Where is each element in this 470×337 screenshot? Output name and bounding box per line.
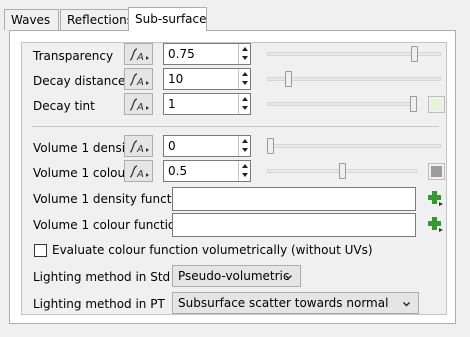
transparency-spin-up[interactable] xyxy=(239,44,250,54)
volume-colour-spin-arrows xyxy=(238,161,250,181)
volume-colour-swatch-fill xyxy=(431,166,442,177)
decay-distance-label: Decay distance xyxy=(33,74,126,88)
volume-density-slider[interactable] xyxy=(267,138,441,154)
volume-colour-spin-up[interactable] xyxy=(239,161,250,171)
transparency-value: 0.75 xyxy=(168,47,195,61)
colour-function-add-button[interactable] xyxy=(427,216,444,233)
lighting-pt-label: Lighting method in PT xyxy=(33,297,165,311)
decay-distance-value: 10 xyxy=(168,72,184,86)
transparency-key-button[interactable]: A xyxy=(124,43,153,65)
sub-surface-panel: Transparency A 0.75 Decay distance A 10 … xyxy=(9,30,456,324)
volume-colour-spin-down[interactable] xyxy=(239,171,250,181)
decay-distance-spin-up[interactable] xyxy=(239,69,250,79)
svg-text:A: A xyxy=(136,144,144,155)
svg-text:A: A xyxy=(136,102,144,113)
tab-sub-surface[interactable]: Sub-surface xyxy=(128,7,207,31)
evaluate-volumetric-label: Evaluate colour function volumetrically … xyxy=(52,243,373,257)
lighting-std-select[interactable]: Pseudo-volumetric xyxy=(172,265,301,287)
volume-density-spin-up[interactable] xyxy=(239,136,250,146)
chevron-down-icon xyxy=(285,275,292,280)
volume-colour-spinbox[interactable]: 0.5 xyxy=(163,160,251,182)
decay-distance-spinbox[interactable]: 10 xyxy=(163,68,251,90)
evaluate-volumetric-checkbox[interactable] xyxy=(34,244,47,257)
decay-tint-key-button[interactable]: A xyxy=(124,93,153,115)
density-function-label: Volume 1 density function xyxy=(33,192,190,206)
decay-distance-slider-thumb[interactable] xyxy=(285,71,292,87)
decay-distance-key-button[interactable]: A xyxy=(124,68,153,90)
transparency-label: Transparency xyxy=(33,49,114,63)
decay-tint-slider[interactable] xyxy=(267,96,417,112)
transparency-spin-down[interactable] xyxy=(239,54,250,64)
volume-density-key-button[interactable]: A xyxy=(124,135,153,157)
decay-distance-spin-arrows xyxy=(238,69,250,89)
settings-group: Transparency A 0.75 Decay distance A 10 … xyxy=(21,42,447,315)
svg-text:A: A xyxy=(136,77,144,88)
volume-colour-slider[interactable] xyxy=(267,163,417,179)
density-function-input[interactable] xyxy=(172,187,416,211)
tab-reflections[interactable]: Reflections xyxy=(60,9,133,30)
decay-distance-slider[interactable] xyxy=(267,71,441,87)
chevron-down-icon xyxy=(403,302,410,307)
key-curve-icon: A xyxy=(129,48,149,63)
volume-density-spin-arrows xyxy=(238,136,250,156)
volume-density-label: Volume 1 density xyxy=(33,141,137,155)
lighting-pt-select[interactable]: Subsurface scatter towards normal xyxy=(172,292,419,314)
volume-colour-label: Volume 1 colour xyxy=(33,166,131,180)
volume-colour-color-swatch[interactable] xyxy=(428,163,445,180)
volume-density-value: 0 xyxy=(168,139,176,153)
colour-function-input[interactable] xyxy=(172,213,416,237)
lighting-std-value: Pseudo-volumetric xyxy=(178,269,290,283)
decay-tint-spin-up[interactable] xyxy=(239,94,250,104)
lighting-std-label: Lighting method in Std xyxy=(33,270,171,284)
tab-waves[interactable]: Waves xyxy=(4,9,59,30)
decay-tint-label: Decay tint xyxy=(33,99,95,113)
volume-density-slider-thumb[interactable] xyxy=(267,138,274,154)
svg-text:A: A xyxy=(136,52,144,63)
decay-tint-color-swatch[interactable] xyxy=(428,96,445,113)
decay-tint-spinbox[interactable]: 1 xyxy=(163,93,251,115)
volume-density-spinbox[interactable]: 0 xyxy=(163,135,251,157)
transparency-slider-thumb[interactable] xyxy=(411,46,418,62)
transparency-spinbox[interactable]: 0.75 xyxy=(163,43,251,65)
green-plus-icon xyxy=(428,217,443,232)
decay-tint-spin-down[interactable] xyxy=(239,104,250,114)
lighting-pt-value: Subsurface scatter towards normal xyxy=(178,296,389,310)
decay-tint-value: 1 xyxy=(168,97,176,111)
decay-tint-swatch-fill xyxy=(431,99,442,110)
key-curve-icon: A xyxy=(129,73,149,88)
transparency-slider[interactable] xyxy=(267,46,441,62)
volume-colour-value: 0.5 xyxy=(168,164,188,178)
key-curve-icon: A xyxy=(129,165,149,180)
tab-waves-label: Waves xyxy=(11,13,51,27)
volume-colour-key-button[interactable]: A xyxy=(124,160,153,182)
section-divider xyxy=(32,126,439,127)
decay-tint-spin-arrows xyxy=(238,94,250,114)
key-curve-icon: A xyxy=(129,140,149,155)
decay-tint-slider-thumb[interactable] xyxy=(410,96,417,112)
decay-distance-spin-down[interactable] xyxy=(239,79,250,89)
volume-density-spin-down[interactable] xyxy=(239,146,250,156)
volume-colour-slider-thumb[interactable] xyxy=(339,163,346,179)
transparency-spin-arrows xyxy=(238,44,250,64)
tab-reflections-label: Reflections xyxy=(67,13,133,27)
colour-function-label: Volume 1 colour function xyxy=(33,218,183,232)
tab-sub-surface-label: Sub-surface xyxy=(135,12,207,26)
green-plus-icon xyxy=(428,191,443,206)
key-curve-icon: A xyxy=(129,98,149,113)
svg-text:A: A xyxy=(136,169,144,180)
density-function-add-button[interactable] xyxy=(427,190,444,207)
